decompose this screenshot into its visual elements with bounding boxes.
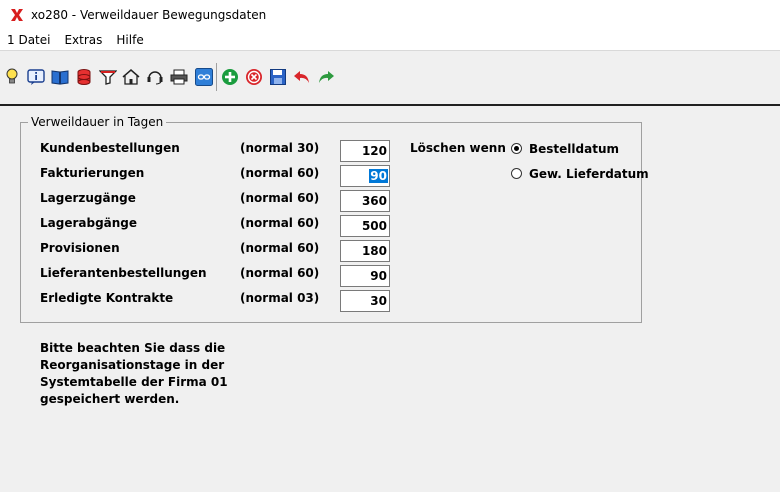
- input-lieferantenbestellungen[interactable]: 90: [340, 265, 390, 287]
- redo-icon[interactable]: [317, 68, 335, 86]
- normal-hint: (normal 60): [240, 191, 320, 205]
- delete-icon[interactable]: [245, 68, 263, 86]
- menu-extras[interactable]: Extras: [57, 33, 109, 47]
- note-line: gespeichert werden.: [40, 392, 180, 406]
- app-logo-icon: [9, 7, 25, 23]
- title-bar: xo280 - Verweildauer Bewegungsdaten: [0, 0, 780, 30]
- home-icon[interactable]: [122, 68, 140, 86]
- label-lieferantenbestellungen: Lieferantenbestellungen: [40, 266, 207, 280]
- note-line: Reorganisationstage in der: [40, 358, 225, 372]
- input-fakturierungen[interactable]: 90: [340, 165, 390, 187]
- radio-label-bestelldatum[interactable]: Bestelldatum: [529, 142, 619, 156]
- input-provisionen[interactable]: 180: [340, 240, 390, 262]
- normal-hint: (normal 60): [240, 241, 320, 255]
- groupbox-title: Verweildauer in Tagen: [28, 115, 167, 129]
- label-lagerabgaenge: Lagerabgänge: [40, 216, 138, 230]
- database-icon[interactable]: [75, 68, 93, 86]
- input-kundenbestellungen[interactable]: 120: [340, 140, 390, 162]
- radio-bestelldatum[interactable]: [511, 143, 522, 154]
- add-icon[interactable]: [221, 68, 239, 86]
- delete-when-label: Löschen wenn: [410, 141, 506, 155]
- radio-label-lieferdatum[interactable]: Gew. Lieferdatum: [529, 167, 649, 181]
- radio-lieferdatum[interactable]: [511, 168, 522, 179]
- toolbar-separator: [216, 63, 217, 91]
- normal-hint: (normal 60): [240, 166, 320, 180]
- normal-hint: (normal 60): [240, 216, 320, 230]
- note-line: Bitte beachten Sie dass die: [40, 341, 226, 355]
- toolbar-bottom-line: [0, 104, 780, 106]
- note-line: Systemtabelle der Firma 01: [40, 375, 228, 389]
- undo-icon[interactable]: [293, 68, 311, 86]
- book-icon[interactable]: [51, 68, 69, 86]
- normal-hint: (normal 60): [240, 266, 320, 280]
- headset-icon[interactable]: [146, 68, 164, 86]
- menu-datei[interactable]: 1 Datei: [0, 33, 57, 47]
- label-provisionen: Provisionen: [40, 241, 120, 255]
- menu-bar: 1 Datei Extras Hilfe: [0, 30, 780, 50]
- filter-icon[interactable]: [99, 68, 117, 86]
- normal-hint: (normal 03): [240, 291, 320, 305]
- info-icon[interactable]: [27, 68, 45, 86]
- window-title: xo280 - Verweildauer Bewegungsdaten: [31, 8, 267, 22]
- menu-hilfe[interactable]: Hilfe: [109, 33, 150, 47]
- label-erledigte-kontrakte: Erledigte Kontrakte: [40, 291, 174, 305]
- label-lagerzugaenge: Lagerzugänge: [40, 191, 136, 205]
- input-lagerabgaenge[interactable]: 500: [340, 215, 390, 237]
- input-lagerzugaenge[interactable]: 360: [340, 190, 390, 212]
- link-icon[interactable]: [195, 68, 213, 86]
- lightbulb-icon[interactable]: [3, 68, 21, 86]
- toolbar: [0, 51, 780, 103]
- info-note: Bitte beachten Sie dass die Reorganisati…: [40, 340, 240, 408]
- save-icon[interactable]: [269, 68, 287, 86]
- label-kundenbestellungen: Kundenbestellungen: [40, 141, 180, 155]
- normal-hint: (normal 30): [240, 141, 320, 155]
- input-erledigte-kontrakte[interactable]: 30: [340, 290, 390, 312]
- printer-icon[interactable]: [170, 68, 188, 86]
- label-fakturierungen: Fakturierungen: [40, 166, 145, 180]
